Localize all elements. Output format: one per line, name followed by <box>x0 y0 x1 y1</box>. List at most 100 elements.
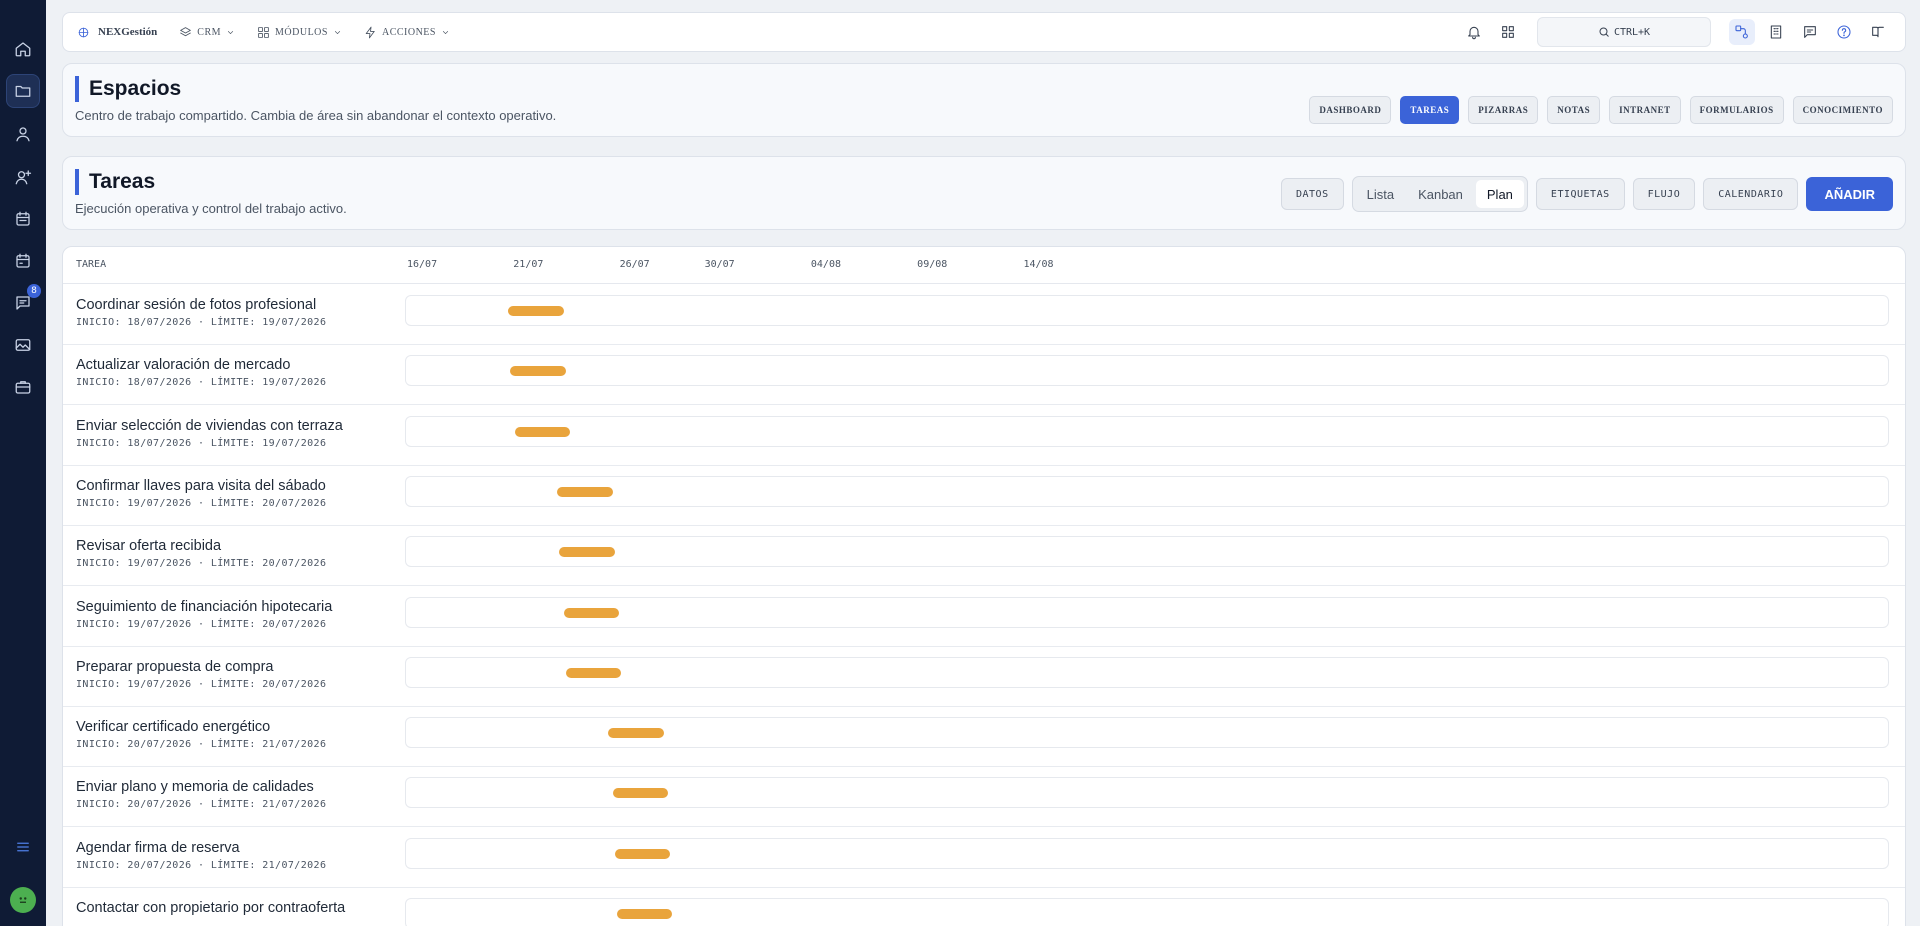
tab-notas[interactable]: NOTAS <box>1547 96 1601 124</box>
chat-button[interactable] <box>1797 19 1823 45</box>
task-dates: INICIO: 20/07/2026 · LÍMITE: 21/07/2026 <box>76 739 327 751</box>
task-row[interactable]: Coordinar sesión de fotos profesional INI… <box>63 285 1905 345</box>
task-row[interactable]: Preparar propuesta de compra INICIO: 19/0… <box>63 647 1905 707</box>
tareas-title: Tareas <box>75 169 347 195</box>
task-title[interactable]: Actualizar valoración de mercado <box>76 357 290 373</box>
tab-intranet[interactable]: INTRANET <box>1609 96 1681 124</box>
menu-modulos[interactable]: MÓDULOS <box>257 26 342 39</box>
task-bar[interactable] <box>616 909 673 919</box>
task-row[interactable]: Actualizar valoración de mercado INICIO: … <box>63 345 1905 406</box>
task-title[interactable]: Coordinar sesión de fotos profesional <box>76 297 316 313</box>
avatar[interactable] <box>10 887 36 913</box>
sidebar-item-briefcase[interactable] <box>6 370 40 404</box>
brand-name: NEXGestión <box>98 26 158 38</box>
search-button[interactable]: CTRL+K <box>1537 17 1711 47</box>
task-bar[interactable] <box>557 486 613 497</box>
view-switcher: Lista Kanban Plan <box>1351 176 1528 212</box>
espacios-subtitle: Centro de trabajo compartido. Cambia de … <box>75 108 557 123</box>
espacios-panel: Espacios Centro de trabajo compartido. C… <box>62 63 1906 137</box>
calendario-button[interactable]: CALENDARIO <box>1703 178 1799 210</box>
panel-toggle-button[interactable] <box>1865 19 1891 45</box>
task-bar[interactable] <box>612 788 668 799</box>
task-title[interactable]: Contactar con propietario por contraofer… <box>76 900 345 916</box>
briefcase-icon <box>15 381 31 394</box>
view-kanban[interactable]: Kanban <box>1407 180 1474 208</box>
timeline-tick: 26/07 <box>619 259 650 270</box>
folder-icon <box>15 85 31 97</box>
help-icon <box>1837 25 1851 39</box>
task-title[interactable]: Seguimiento de financiación hipotecaria <box>76 599 332 615</box>
sidebar-item-gallery[interactable] <box>6 328 40 362</box>
workflow-button[interactable] <box>1729 19 1755 45</box>
sidebar-item-home[interactable] <box>6 32 40 66</box>
menu-crm[interactable]: CRM <box>179 26 235 39</box>
view-plan[interactable]: Plan <box>1475 180 1524 208</box>
task-bar[interactable] <box>563 607 619 618</box>
building-icon <box>1770 25 1782 39</box>
task-row[interactable]: Agendar firma de reserva INICIO: 20/07/20… <box>63 828 1905 888</box>
tab-tareas[interactable]: TAREAS <box>1400 96 1460 124</box>
task-row[interactable]: Confirmar llaves para visita del sábado I… <box>63 466 1905 526</box>
task-row[interactable]: Contactar con propietario por contraofer… <box>63 888 1905 926</box>
task-bar[interactable] <box>608 728 664 739</box>
sidebar-item-espacios[interactable] <box>6 74 40 108</box>
chevron-down-icon <box>227 30 234 34</box>
timeline-track <box>405 475 1889 507</box>
task-title[interactable]: Preparar propuesta de compra <box>76 659 273 675</box>
task-row[interactable]: Verificar certificado energético INICIO: … <box>63 707 1905 768</box>
apps-button[interactable] <box>1495 19 1521 45</box>
sidebar-item-agenda[interactable] <box>6 244 40 278</box>
task-title[interactable]: Enviar plano y memoria de calidades <box>76 779 314 795</box>
etiquetas-button[interactable]: ETIQUETAS <box>1535 178 1625 210</box>
tareas-toolbar: DATOS Lista Kanban Plan ETIQUETAS FLUJO … <box>1280 176 1893 212</box>
task-bar[interactable] <box>508 306 564 316</box>
tab-dashboard[interactable]: DASHBOARD <box>1309 96 1392 124</box>
task-dates: INICIO: 20/07/2026 · LÍMITE: 21/07/2026 <box>76 859 327 871</box>
flujo-button[interactable]: FLUJO <box>1632 178 1696 210</box>
modules-icon <box>258 26 269 38</box>
calendar-icon <box>16 211 30 226</box>
menu-acciones[interactable]: ACCIONES <box>364 26 450 39</box>
view-lista[interactable]: Lista <box>1356 180 1405 208</box>
task-row[interactable]: Revisar oferta recibida INICIO: 19/07/202… <box>63 526 1905 587</box>
sidebar-item-contacts[interactable] <box>6 117 40 151</box>
brand[interactable]: NEXGestión <box>77 26 157 39</box>
tab-pizarras[interactable]: PIZARRAS <box>1468 96 1539 124</box>
messages-badge: 8 <box>27 284 41 298</box>
notifications-button[interactable] <box>1461 19 1487 45</box>
task-title[interactable]: Enviar selección de viviendas con terraz… <box>76 418 343 434</box>
topbar: NEXGestión CRM MÓDULOS ACCIONES CTRL+K <box>62 12 1906 52</box>
task-row[interactable]: Enviar plano y memoria de calidades INICI… <box>63 767 1905 828</box>
task-row[interactable]: Enviar selección de viviendas con terraz… <box>63 406 1905 466</box>
task-bar[interactable] <box>614 848 671 859</box>
task-bar[interactable] <box>514 426 570 437</box>
bolt-icon <box>365 26 375 38</box>
sidebar-item-calendar[interactable] <box>6 202 40 236</box>
task-title[interactable]: Agendar firma de reserva <box>76 840 240 856</box>
help-button[interactable] <box>1831 19 1857 45</box>
task-bar[interactable] <box>559 547 615 558</box>
add-task-button[interactable]: AÑADIR <box>1806 177 1893 211</box>
task-title[interactable]: Revisar oferta recibida <box>76 538 221 554</box>
datos-button[interactable]: DATOS <box>1280 178 1344 210</box>
task-bar[interactable] <box>565 667 622 678</box>
logo-icon <box>78 27 89 37</box>
task-title[interactable]: Confirmar llaves para visita del sábado <box>76 478 326 494</box>
sidebar-collapse-button[interactable] <box>6 830 40 864</box>
calendar-alt-icon <box>16 253 30 268</box>
tab-conocimiento[interactable]: CONOCIMIENTO <box>1792 96 1893 124</box>
building-button[interactable] <box>1763 19 1789 45</box>
task-title[interactable]: Verificar certificado energético <box>76 719 270 735</box>
tareas-subtitle: Ejecución operativa y control del trabaj… <box>75 201 347 216</box>
task-dates: INICIO: 19/07/2026 · LÍMITE: 20/07/2026 <box>76 618 327 630</box>
tab-formularios[interactable]: FORMULARIOS <box>1689 96 1784 124</box>
task-bar[interactable] <box>510 366 566 377</box>
task-row[interactable]: Seguimiento de financiación hipotecaria I… <box>63 587 1905 647</box>
home-icon <box>15 42 31 57</box>
grid-icon <box>1502 26 1514 38</box>
avatar-face-icon <box>19 897 27 903</box>
sidebar-item-add-contact[interactable] <box>6 160 40 194</box>
sidebar: 8 <box>0 0 46 926</box>
timeline-track <box>405 596 1889 628</box>
book-icon <box>1872 26 1884 38</box>
